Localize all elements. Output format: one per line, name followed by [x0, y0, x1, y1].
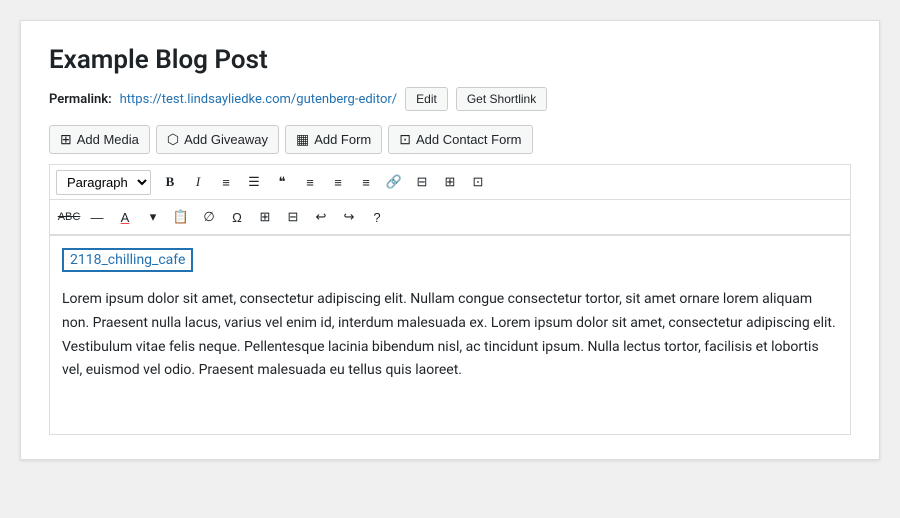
- form-icon: ▦: [296, 131, 309, 148]
- add-giveaway-button[interactable]: ⬡ Add Giveaway: [156, 125, 279, 154]
- giveaway-icon: ⬡: [167, 131, 179, 148]
- editor-container: Example Blog Post Permalink: https://tes…: [20, 20, 880, 460]
- media-toolbar-row: ⊞ Add Media ⬡ Add Giveaway ▦ Add Form ⊡ …: [49, 125, 851, 154]
- add-media-button[interactable]: ⊞ Add Media: [49, 125, 150, 154]
- redo-button[interactable]: ↪: [336, 204, 362, 230]
- add-form-label: Add Form: [314, 132, 371, 147]
- text-color-arrow[interactable]: ▾: [140, 204, 166, 230]
- blockquote-button[interactable]: ❝: [269, 169, 295, 195]
- get-shortlink-button[interactable]: Get Shortlink: [456, 87, 547, 111]
- bold-button[interactable]: B: [157, 169, 183, 195]
- add-contact-form-label: Add Contact Form: [416, 132, 522, 147]
- selected-text[interactable]: 2118_chilling_cafe: [62, 248, 193, 272]
- toolbar-row-1: Paragraph B I ≡ ☰ ❝ ≡ ≡ ≡ 🔗 ⊟ ⊞ ⊡: [50, 165, 850, 200]
- paste-from-word-button[interactable]: 📋: [168, 204, 194, 230]
- toolbar-row-2: ABC — A ▾ 📋 ∅ Ω ⊞ ⊟ ↩ ↪ ?: [50, 200, 850, 235]
- read-more-button[interactable]: ⊞: [437, 169, 463, 195]
- add-giveaway-label: Add Giveaway: [184, 132, 268, 147]
- indent-button[interactable]: ⊞: [252, 204, 278, 230]
- lorem-paragraph[interactable]: Lorem ipsum dolor sit amet, consectetur …: [62, 288, 838, 383]
- add-contact-form-button[interactable]: ⊡ Add Contact Form: [388, 125, 532, 154]
- horizontal-rule-button[interactable]: ⊟: [409, 169, 435, 195]
- post-title: Example Blog Post: [49, 45, 851, 75]
- em-dash-button[interactable]: —: [84, 204, 110, 230]
- help-button[interactable]: ?: [364, 204, 390, 230]
- align-center-button[interactable]: ≡: [325, 169, 351, 195]
- permalink-label: Permalink:: [49, 92, 112, 107]
- editor-toolbar: Paragraph B I ≡ ☰ ❝ ≡ ≡ ≡ 🔗 ⊟ ⊞ ⊡ ABC — …: [49, 164, 851, 235]
- italic-button[interactable]: I: [185, 169, 211, 195]
- text-color-button[interactable]: A: [112, 204, 138, 230]
- outdent-button[interactable]: ⊟: [280, 204, 306, 230]
- editor-content-area[interactable]: 2118_chilling_cafe Lorem ipsum dolor sit…: [49, 235, 851, 435]
- contact-form-icon: ⊡: [399, 131, 411, 148]
- add-form-button[interactable]: ▦ Add Form: [285, 125, 382, 154]
- clear-formatting-button[interactable]: ∅: [196, 204, 222, 230]
- permalink-row: Permalink: https://test.lindsayliedke.co…: [49, 87, 851, 111]
- toolbar-toggle-button[interactable]: ⊡: [465, 169, 491, 195]
- permalink-url[interactable]: https://test.lindsayliedke.com/gutenberg…: [120, 92, 398, 107]
- strikethrough-button[interactable]: ABC: [56, 204, 82, 230]
- align-left-button[interactable]: ≡: [297, 169, 323, 195]
- ordered-list-button[interactable]: ☰: [241, 169, 267, 195]
- media-icon: ⊞: [60, 131, 72, 148]
- paragraph-select[interactable]: Paragraph: [56, 170, 151, 195]
- unordered-list-button[interactable]: ≡: [213, 169, 239, 195]
- undo-button[interactable]: ↩: [308, 204, 334, 230]
- align-right-button[interactable]: ≡: [353, 169, 379, 195]
- edit-permalink-button[interactable]: Edit: [405, 87, 448, 111]
- link-button[interactable]: 🔗: [381, 169, 407, 195]
- add-media-label: Add Media: [77, 132, 139, 147]
- special-char-button[interactable]: Ω: [224, 204, 250, 230]
